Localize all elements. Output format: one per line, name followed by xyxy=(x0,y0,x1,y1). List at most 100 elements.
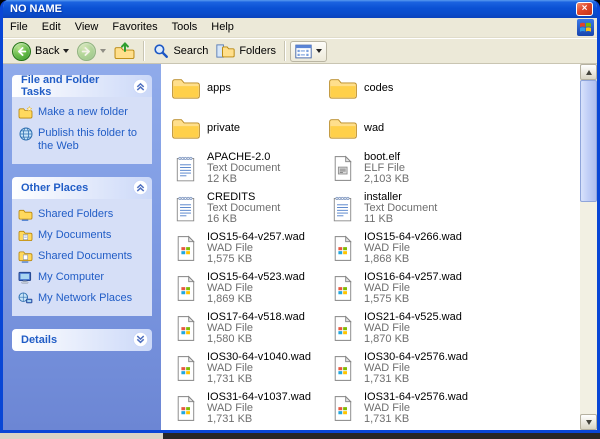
wad-file-icon xyxy=(327,395,358,422)
file-name: IOS16-64-v257.wad xyxy=(364,270,462,283)
folder-wad[interactable]: wad xyxy=(327,108,490,148)
file-size: 1,868 KB xyxy=(364,252,410,265)
menu-help[interactable]: Help xyxy=(204,18,241,37)
file-name: boot.elf xyxy=(364,150,401,163)
panel-header-details[interactable]: Details xyxy=(12,328,152,351)
file-type: Text Document xyxy=(364,201,438,214)
title-bar: NO NAME × xyxy=(3,0,597,18)
main-area: File and Folder Tasks Make a new folder Pu… xyxy=(3,64,597,430)
file-name: installer xyxy=(364,190,402,203)
file-type: Text Document xyxy=(207,161,281,174)
folders-icon xyxy=(216,43,235,59)
file-text: IOS15-64-v266.wad WAD File 1,868 KB xyxy=(364,230,462,265)
file-ios17-64-v518-wad[interactable]: IOS17-64-v518.wad WAD File 1,580 KB xyxy=(170,308,327,348)
forward-button[interactable] xyxy=(73,40,110,63)
menu-tools[interactable]: Tools xyxy=(165,18,205,37)
file-ios31-64-v2576-wad[interactable]: IOS31-64-v2576.wad WAD File 1,731 KB xyxy=(327,388,490,428)
menu-edit[interactable]: Edit xyxy=(35,18,68,37)
wad-file-icon xyxy=(170,235,201,262)
sidebar-item-label: Shared Documents xyxy=(38,249,133,262)
file-apache-2-0[interactable]: APACHE-2.0 Text Document 12 KB xyxy=(170,148,327,188)
file-ios15-64-v257-wad[interactable]: IOS15-64-v257.wad WAD File 1,575 KB xyxy=(170,228,327,268)
toolbar: Back Search Folders xyxy=(3,38,597,64)
file-size: 1,870 KB xyxy=(364,332,410,345)
file-ios15-64-v266-wad[interactable]: IOS15-64-v266.wad WAD File 1,868 KB xyxy=(327,228,490,268)
folder-icon xyxy=(327,76,358,100)
scroll-down-button[interactable] xyxy=(580,414,597,430)
file-size: 1,731 KB xyxy=(207,372,253,385)
file-name: IOS15-64-v266.wad xyxy=(364,230,462,243)
sidebar-item-shared-documents[interactable]: Shared Documents xyxy=(18,250,146,263)
sidebar-item-label: Shared Folders xyxy=(38,207,114,220)
views-button[interactable] xyxy=(290,40,328,62)
file-text: IOS16-64-v257.wad WAD File 1,575 KB xyxy=(364,270,462,305)
explorer-window: NO NAME × File Edit View Favorites Tools Help… xyxy=(0,0,600,433)
file-size: 2,103 KB xyxy=(364,172,410,185)
scroll-up-button[interactable] xyxy=(580,64,597,80)
menu-view[interactable]: View xyxy=(68,18,106,37)
search-button-label: Search xyxy=(173,45,209,57)
file-size: 1,731 KB xyxy=(364,372,410,385)
panel-header-file-and-folder-tasks[interactable]: File and Folder Tasks xyxy=(12,74,152,98)
panel-title: Details xyxy=(21,333,58,346)
folder-codes[interactable]: codes xyxy=(327,68,490,108)
views-dropdown-icon xyxy=(316,49,323,53)
file-type: WAD File xyxy=(207,281,254,294)
publish-web-icon xyxy=(18,127,33,141)
folder-private[interactable]: private xyxy=(170,108,327,148)
wad-file-icon xyxy=(327,235,358,262)
sidebar-item-my-computer[interactable]: My Computer xyxy=(18,271,146,284)
toolbar-separator xyxy=(284,41,287,61)
desktop-strip-left xyxy=(0,433,163,439)
sidebar-item-my-network-places[interactable]: My Network Places xyxy=(18,292,146,305)
back-dropdown-icon xyxy=(63,49,70,53)
file-name: IOS21-64-v525.wad xyxy=(364,310,462,323)
file-ios16-64-v257-wad[interactable]: IOS16-64-v257.wad WAD File 1,575 KB xyxy=(327,268,490,308)
scrollbar-thumb[interactable] xyxy=(580,80,597,202)
sidebar-item-my-documents[interactable]: My Documents xyxy=(18,229,146,242)
panel-title: Other Places xyxy=(21,181,89,194)
file-ios15-64-v523-wad[interactable]: IOS15-64-v523.wad WAD File 1,869 KB xyxy=(170,268,327,308)
file-ios31-64-v1037-wad[interactable]: IOS31-64-v1037.wad WAD File 1,731 KB xyxy=(170,388,327,428)
file-boot-elf[interactable]: boot.elf ELF File 2,103 KB xyxy=(327,148,490,188)
sidebar-item-label: My Documents xyxy=(38,228,112,241)
menu-favorites[interactable]: Favorites xyxy=(105,18,164,37)
file-size: 11 KB xyxy=(364,212,394,225)
file-size: 12 KB xyxy=(207,172,237,185)
file-ios21-64-v525-wad[interactable]: IOS21-64-v525.wad WAD File 1,870 KB xyxy=(327,308,490,348)
panel-header-other-places[interactable]: Other Places xyxy=(12,176,152,199)
file-name: IOS15-64-v523.wad xyxy=(207,270,305,283)
file-size: 1,731 KB xyxy=(364,412,410,425)
scroll-up-icon xyxy=(585,69,592,75)
file-text: CREDITS Text Document 16 KB xyxy=(207,191,280,225)
close-button[interactable]: × xyxy=(576,2,593,16)
file-credits[interactable]: CREDITS Text Document 16 KB xyxy=(170,188,327,228)
folder-icon xyxy=(170,76,201,100)
search-button[interactable]: Search xyxy=(149,41,212,61)
file-name: IOS30-64-v1040.wad xyxy=(207,350,311,363)
file-type: WAD File xyxy=(207,321,254,334)
file-name: apps xyxy=(207,81,231,94)
file-installer[interactable]: installer Text Document 11 KB xyxy=(327,188,490,228)
file-grid: apps codes private wad APACHE-2.0 Text Docume… xyxy=(170,68,490,428)
sidebar-item-shared-folders[interactable]: Shared Folders xyxy=(18,208,146,221)
file-type: WAD File xyxy=(207,241,254,254)
forward-arrow-icon xyxy=(77,41,97,61)
file-type: WAD File xyxy=(207,361,254,374)
chevron-up-icon xyxy=(132,179,149,196)
sidebar-item-publish-this-folder-to-the-web[interactable]: Publish this folder to the Web xyxy=(18,127,146,153)
chevron-down-icon xyxy=(132,331,149,348)
file-ios30-64-v2576-wad[interactable]: IOS30-64-v2576.wad WAD File 1,731 KB xyxy=(327,348,490,388)
file-ios30-64-v1040-wad[interactable]: IOS30-64-v1040.wad WAD File 1,731 KB xyxy=(170,348,327,388)
vertical-scrollbar[interactable] xyxy=(580,64,597,430)
up-button[interactable] xyxy=(110,40,139,62)
folders-button[interactable]: Folders xyxy=(212,41,280,61)
back-button[interactable]: Back xyxy=(8,40,73,63)
file-text: IOS15-64-v523.wad WAD File 1,869 KB xyxy=(207,270,305,305)
sidebar-item-make-a-new-folder[interactable]: Make a new folder xyxy=(18,106,146,119)
folder-apps[interactable]: apps xyxy=(170,68,327,108)
wad-file-icon xyxy=(327,355,358,382)
menu-file[interactable]: File xyxy=(3,18,35,37)
file-text: installer Text Document 11 KB xyxy=(364,190,438,225)
scrollbar-track[interactable] xyxy=(580,80,597,414)
